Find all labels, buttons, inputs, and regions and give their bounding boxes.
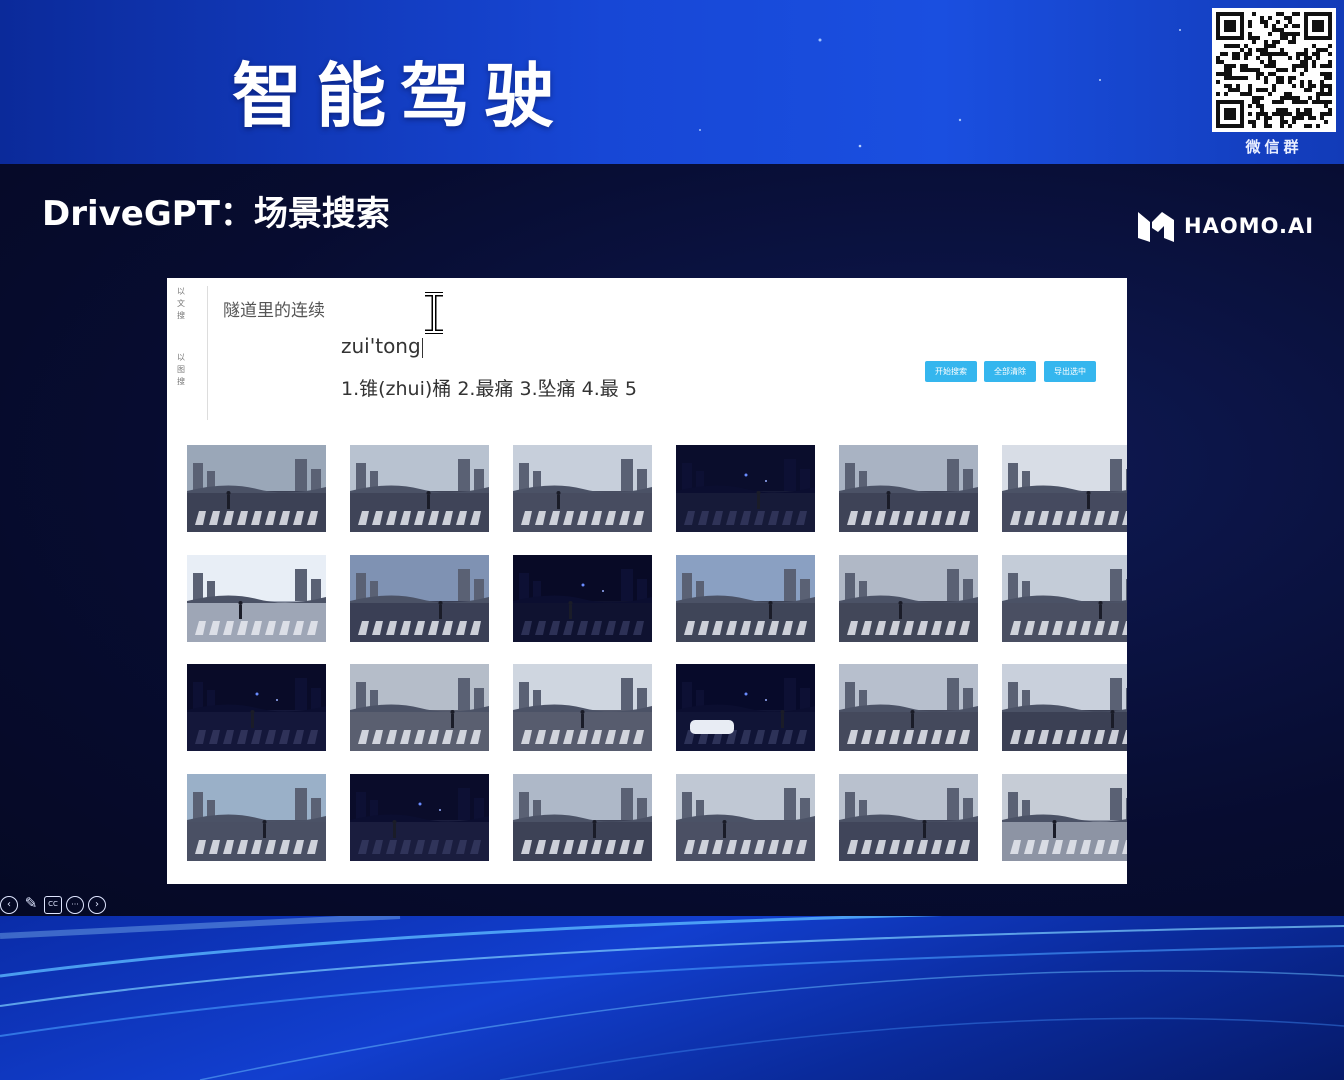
result-thumbnail[interactable] bbox=[513, 555, 652, 642]
result-thumbnail[interactable] bbox=[676, 445, 815, 532]
text-cursor-icon bbox=[425, 292, 443, 334]
slide-footer bbox=[0, 916, 1344, 1080]
result-thumbnail[interactable] bbox=[513, 664, 652, 751]
search-input[interactable]: 隧道里的连续 bbox=[223, 296, 325, 321]
slide-header: 智能驾驶 微信群 bbox=[0, 0, 1344, 164]
footer-light-streaks bbox=[0, 916, 1344, 1080]
next-slide-icon[interactable]: › bbox=[88, 896, 106, 914]
qr-icon bbox=[1216, 12, 1332, 128]
result-thumbnail[interactable] bbox=[1002, 664, 1127, 751]
result-thumbnail[interactable] bbox=[1002, 774, 1127, 861]
result-thumbnail[interactable] bbox=[187, 555, 326, 642]
brand-logo: HAOMO.AI bbox=[1136, 206, 1314, 246]
scene-search-app: 以文搜 以图搜 隧道里的连续 zui'tong 1.锥(zhui)桶 2.最痛 … bbox=[167, 278, 1127, 884]
side-divider bbox=[207, 286, 208, 420]
qr-caption: 微信群 bbox=[1245, 138, 1303, 156]
result-thumbnail[interactable] bbox=[676, 664, 815, 751]
haomo-logo-icon bbox=[1138, 212, 1174, 242]
result-thumbnail[interactable] bbox=[839, 445, 978, 532]
result-thumbnail[interactable] bbox=[350, 774, 489, 861]
clear-all-button[interactable]: 全部清除 bbox=[984, 361, 1036, 382]
presenter-controls: ‹ ✎ CC ··· › bbox=[0, 896, 106, 914]
result-thumbnail[interactable] bbox=[1002, 555, 1127, 642]
slide-title: 智能驾驶 bbox=[232, 55, 568, 137]
previous-slide-icon[interactable]: ‹ bbox=[0, 896, 18, 914]
result-thumbnail[interactable] bbox=[350, 555, 489, 642]
result-thumbnail[interactable] bbox=[839, 555, 978, 642]
pen-icon[interactable]: ✎ bbox=[22, 896, 40, 914]
result-thumbnail[interactable] bbox=[187, 445, 326, 532]
mode-image-search[interactable]: 以图搜 bbox=[175, 352, 187, 388]
brand-name: HAOMO.AI bbox=[1184, 214, 1315, 238]
result-thumbnail[interactable] bbox=[187, 774, 326, 861]
header-starfield bbox=[699, 29, 1181, 148]
more-options-icon[interactable]: ··· bbox=[66, 896, 84, 914]
mode-text-search[interactable]: 以文搜 bbox=[175, 286, 187, 322]
result-thumbnail[interactable] bbox=[350, 664, 489, 751]
result-thumbnail[interactable] bbox=[839, 664, 978, 751]
result-thumbnail[interactable] bbox=[187, 664, 326, 751]
result-thumbnail[interactable] bbox=[839, 774, 978, 861]
export-selected-button[interactable]: 导出选中 bbox=[1044, 361, 1096, 382]
ime-candidate-list[interactable]: 1.锥(zhui)桶 2.最痛 3.坠痛 4.最 5 bbox=[341, 374, 663, 401]
slide-subtitle: DriveGPT：场景搜索 bbox=[42, 194, 390, 234]
wechat-qr-code[interactable] bbox=[1212, 8, 1336, 132]
start-search-button[interactable]: 开始搜索 bbox=[925, 361, 977, 382]
captions-icon[interactable]: CC bbox=[44, 896, 62, 914]
result-thumbnail[interactable] bbox=[513, 774, 652, 861]
result-thumbnail[interactable] bbox=[350, 445, 489, 532]
ime-composition: zui'tong bbox=[341, 334, 421, 358]
result-thumbnail[interactable] bbox=[676, 555, 815, 642]
result-thumbnail[interactable] bbox=[1002, 445, 1127, 532]
result-thumbnail[interactable] bbox=[513, 445, 652, 532]
result-thumbnail[interactable] bbox=[676, 774, 815, 861]
